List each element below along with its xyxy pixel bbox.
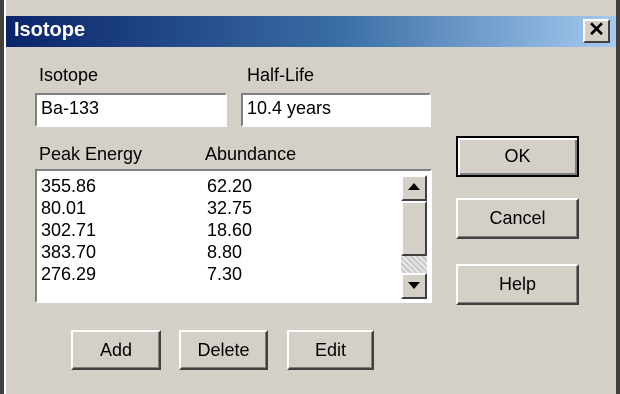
abundance-cell: 8.80 <box>207 242 243 262</box>
triangle-down-icon <box>408 282 420 289</box>
peak-energy-cell: 355.86 <box>41 176 97 196</box>
peak-energy-cell: 80.01 <box>41 198 87 218</box>
abundance-header: Abundance <box>205 144 297 164</box>
add-button[interactable]: Add <box>71 330 161 370</box>
dialog-border-highlight <box>4 0 6 394</box>
abundance-cell: 18.60 <box>207 220 253 240</box>
peak-energy-cell: 302.71 <box>41 220 97 240</box>
peak-energy-cell: 383.70 <box>41 242 97 262</box>
dialog-border-right <box>616 0 620 394</box>
scrollbar-track[interactable] <box>401 256 427 273</box>
peak-energy-cell: 276.29 <box>41 264 97 284</box>
ok-button[interactable]: OK <box>456 136 579 177</box>
abundance-cell: 7.30 <box>207 264 243 284</box>
isotope-field[interactable]: Ba-133 <box>35 93 227 127</box>
triangle-up-icon <box>408 183 420 190</box>
window-title: Isotope <box>14 19 86 41</box>
abundance-cell: 32.75 <box>207 198 253 218</box>
halflife-field[interactable]: 10.4 years <box>241 93 431 127</box>
scroll-up-button[interactable] <box>401 175 427 201</box>
close-button[interactable]: ✕ <box>583 19 610 43</box>
abundance-cell: 62.20 <box>207 176 253 196</box>
close-icon: ✕ <box>588 19 605 41</box>
isotope-label: Isotope <box>39 65 99 85</box>
cancel-button[interactable]: Cancel <box>456 198 579 239</box>
peak-list[interactable]: 355.86 62.20 80.01 32.75 302.71 18.60 38… <box>35 169 432 303</box>
title-bar[interactable] <box>6 16 616 47</box>
scrollbar-thumb[interactable] <box>401 201 427 256</box>
halflife-label: Half-Life <box>247 65 315 85</box>
delete-button[interactable]: Delete <box>179 330 268 370</box>
scroll-down-button[interactable] <box>401 273 427 299</box>
peak-energy-header: Peak Energy <box>39 144 143 164</box>
help-button[interactable]: Help <box>456 264 579 305</box>
edit-button[interactable]: Edit <box>287 330 374 370</box>
